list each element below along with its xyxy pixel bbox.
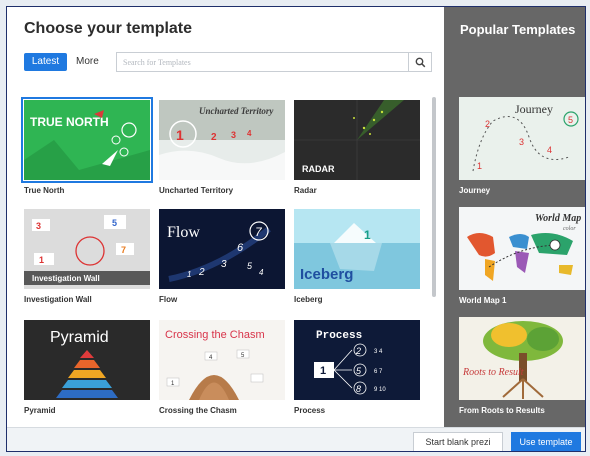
template-thumbnail: Process 1 2 5 8 3 4 6 7 9 10 [294,320,420,400]
svg-text:7: 7 [121,245,126,255]
dialog-footer: Start blank prezi Use template [7,427,585,451]
search-icon [415,57,425,67]
template-label: Process [294,406,326,415]
template-card-process[interactable]: Process 1 2 5 8 3 4 6 7 9 10 Process [294,320,420,415]
search-box [116,52,432,72]
svg-text:2: 2 [198,267,205,278]
template-thumbnail: Flow 7 6 3 5 2 1 4 [159,209,285,289]
thumb-title: Uncharted Territory [199,106,274,116]
template-card-flow[interactable]: Flow 7 6 3 5 2 1 4 Flow [159,209,285,304]
thumb-title: RADAR [302,164,335,174]
popular-card-roots-to-results[interactable]: Roots to Result From Roots to Results [459,317,585,415]
template-label: Flow [159,295,178,304]
svg-text:6 7: 6 7 [374,369,383,375]
template-card-true-north[interactable]: TRUE NORTH True North [21,97,153,195]
thumb-title: Pyramid [50,329,109,346]
popular-label: Journey [459,186,491,195]
thumb-title: Iceberg [300,266,353,283]
svg-text:1: 1 [39,255,44,265]
template-thumbnail: RADAR [294,100,420,180]
svg-text:1: 1 [187,270,191,279]
svg-text:3: 3 [519,137,524,147]
svg-text:3: 3 [36,221,41,231]
svg-text:4: 4 [259,268,264,277]
template-label: Radar [294,186,317,195]
tab-latest[interactable]: Latest [24,53,67,71]
template-thumbnail: 1 Iceberg [294,209,420,289]
thumb-title: Process [316,330,362,342]
template-card-uncharted-territory[interactable]: Uncharted Territory 1 2 3 4 Uncharted Te… [159,100,285,195]
svg-text:4: 4 [547,145,552,155]
thumb-title: Investigation Wall [32,274,100,283]
svg-text:1: 1 [320,365,326,377]
use-template-button[interactable]: Use template [511,432,581,451]
popular-card-journey[interactable]: Journey 5 2 3 4 1 Journey [459,97,585,195]
thumb-title: Roots to Result [462,367,524,378]
template-thumbnail: TRUE NORTH [21,97,153,183]
template-label: Crossing the Chasm [159,406,237,415]
svg-text:4: 4 [247,129,252,138]
template-thumbnail: 3 5 1 7 Investigation Wall [24,209,150,289]
template-thumbnail: Roots to Result [459,317,585,400]
popular-label: From Roots to Results [459,406,545,415]
template-browser: Choose your template Latest More TRUE NO… [7,7,444,427]
svg-text:3 4: 3 4 [374,349,383,355]
template-card-iceberg[interactable]: 1 Iceberg Iceberg [294,209,420,304]
dialog-title: Choose your template [24,20,193,37]
svg-text:2: 2 [485,119,490,129]
template-card-radar[interactable]: RADAR Radar [294,100,420,195]
start-blank-button[interactable]: Start blank prezi [413,432,503,451]
thumb-title: Crossing the Chasm [165,329,265,341]
template-scrollbar[interactable] [432,97,436,297]
thumb-title: Flow [167,224,200,241]
popular-card-world-map[interactable]: World Map color World Map 1 [459,207,585,305]
template-label: Pyramid [24,406,56,415]
popular-title: Popular Templates [460,22,576,37]
svg-text:3: 3 [231,130,236,140]
template-label: True North [24,186,65,195]
template-thumbnail: Journey 5 2 3 4 1 [459,97,585,180]
thumb-title: World Map [535,213,581,224]
tab-more[interactable]: More [76,53,99,71]
svg-text:5: 5 [568,115,573,125]
template-dialog: Choose your template Latest More TRUE NO… [6,6,586,452]
template-label: Iceberg [294,295,323,304]
popular-label: World Map 1 [459,296,507,305]
svg-text:1: 1 [477,161,482,171]
template-card-pyramid[interactable]: Pyramid Pyramid [24,320,150,415]
search-button[interactable] [408,53,431,71]
thumb-title: TRUE NORTH [30,115,109,129]
svg-text:1: 1 [176,127,184,143]
template-thumbnail: Uncharted Territory 1 2 3 4 [159,100,285,180]
thumb-title: Journey [515,102,553,116]
svg-text:3: 3 [221,259,227,270]
template-card-investigation-wall[interactable]: 3 5 1 7 Investigation Wall Investigation… [24,209,150,304]
svg-text:9 10: 9 10 [374,387,386,393]
template-label: Uncharted Territory [159,186,234,195]
popular-templates-panel: Popular Templates Journey 5 2 3 4 1 Jour… [444,7,585,427]
svg-text:1: 1 [364,228,371,242]
template-card-crossing-the-chasm[interactable]: Crossing the Chasm 4 5 1 Crossing the Ch… [159,320,285,415]
svg-text:6: 6 [237,242,244,254]
template-thumbnail: Crossing the Chasm 4 5 1 [159,320,285,400]
search-input[interactable] [117,53,413,71]
thumb-subtitle: color [563,226,576,232]
template-label: Investigation Wall [24,295,92,304]
svg-text:8: 8 [356,384,361,394]
template-thumbnail: World Map color [459,207,585,290]
svg-text:2: 2 [355,346,361,356]
svg-text:2: 2 [211,132,217,143]
template-thumbnail: Pyramid [24,320,150,400]
svg-text:5: 5 [112,218,117,228]
